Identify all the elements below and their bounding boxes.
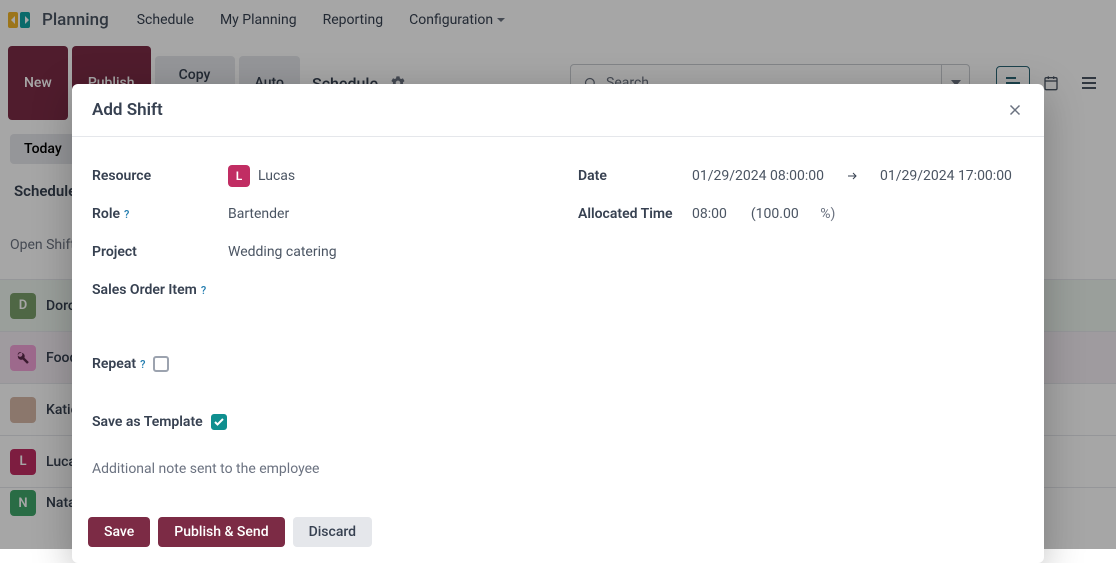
modal-body: Resource L Lucas Role ? Bartender (72, 137, 1044, 505)
save-as-template-checkbox[interactable] (211, 414, 227, 430)
field-row-resource: Resource L Lucas (92, 157, 538, 195)
field-row-sales-order-item: Sales Order Item ? (92, 271, 538, 309)
date-start-input[interactable]: 01/29/2024 08:00:00 (692, 168, 824, 184)
save-as-template-label: Save as Template (92, 414, 203, 430)
add-shift-modal: Add Shift Resource L Lucas (72, 84, 1044, 563)
discard-button[interactable]: Discard (293, 517, 372, 547)
note-input[interactable]: Additional note sent to the employee (92, 461, 1024, 477)
allocated-pct-suffix: %) (820, 206, 835, 222)
help-icon[interactable]: ? (140, 358, 145, 371)
project-label: Project (92, 244, 228, 260)
close-icon[interactable] (1006, 101, 1024, 119)
resource-value[interactable]: L Lucas (228, 165, 538, 187)
allocated-pct-input[interactable]: (100.00 (751, 206, 799, 222)
help-icon[interactable]: ? (201, 284, 206, 297)
sales-order-item-label: Sales Order Item ? (92, 282, 228, 298)
field-row-save-template: Save as Template (92, 403, 1024, 441)
repeat-label: Repeat ? (92, 356, 145, 372)
field-row-date: Date 01/29/2024 08:00:00 01/29/2024 17:0… (578, 157, 1024, 195)
date-end-input[interactable]: 01/29/2024 17:00:00 (880, 168, 1012, 184)
allocated-time-value: 08:00 (100.00 %) (692, 206, 1024, 222)
modal-title: Add Shift (92, 100, 163, 120)
resource-avatar: L (228, 165, 250, 187)
field-row-role: Role ? Bartender (92, 195, 538, 233)
publish-and-send-button[interactable]: Publish & Send (158, 517, 284, 547)
repeat-label-text: Repeat (92, 356, 136, 372)
field-row-allocated-time: Allocated Time 08:00 (100.00 %) (578, 195, 1024, 233)
allocated-time-label: Allocated Time (578, 206, 692, 222)
help-icon[interactable]: ? (124, 208, 129, 221)
modal-header: Add Shift (72, 84, 1044, 137)
role-value[interactable]: Bartender (228, 206, 538, 222)
resource-label: Resource (92, 168, 228, 184)
sales-order-item-label-text: Sales Order Item (92, 282, 197, 298)
date-value: 01/29/2024 08:00:00 01/29/2024 17:00:00 (692, 168, 1024, 184)
modal-footer: Save Publish & Send Discard (72, 505, 1044, 563)
field-row-repeat: Repeat ? (92, 345, 1024, 383)
arrow-right-icon (844, 170, 860, 182)
resource-name-value: Lucas (258, 168, 295, 184)
project-value[interactable]: Wedding catering (228, 244, 538, 260)
date-label: Date (578, 168, 692, 184)
allocated-hours-input[interactable]: 08:00 (692, 206, 727, 222)
field-row-project: Project Wedding catering (92, 233, 538, 271)
save-button[interactable]: Save (88, 517, 150, 547)
repeat-checkbox[interactable] (153, 356, 169, 372)
role-label-text: Role (92, 206, 120, 222)
role-label: Role ? (92, 206, 228, 222)
